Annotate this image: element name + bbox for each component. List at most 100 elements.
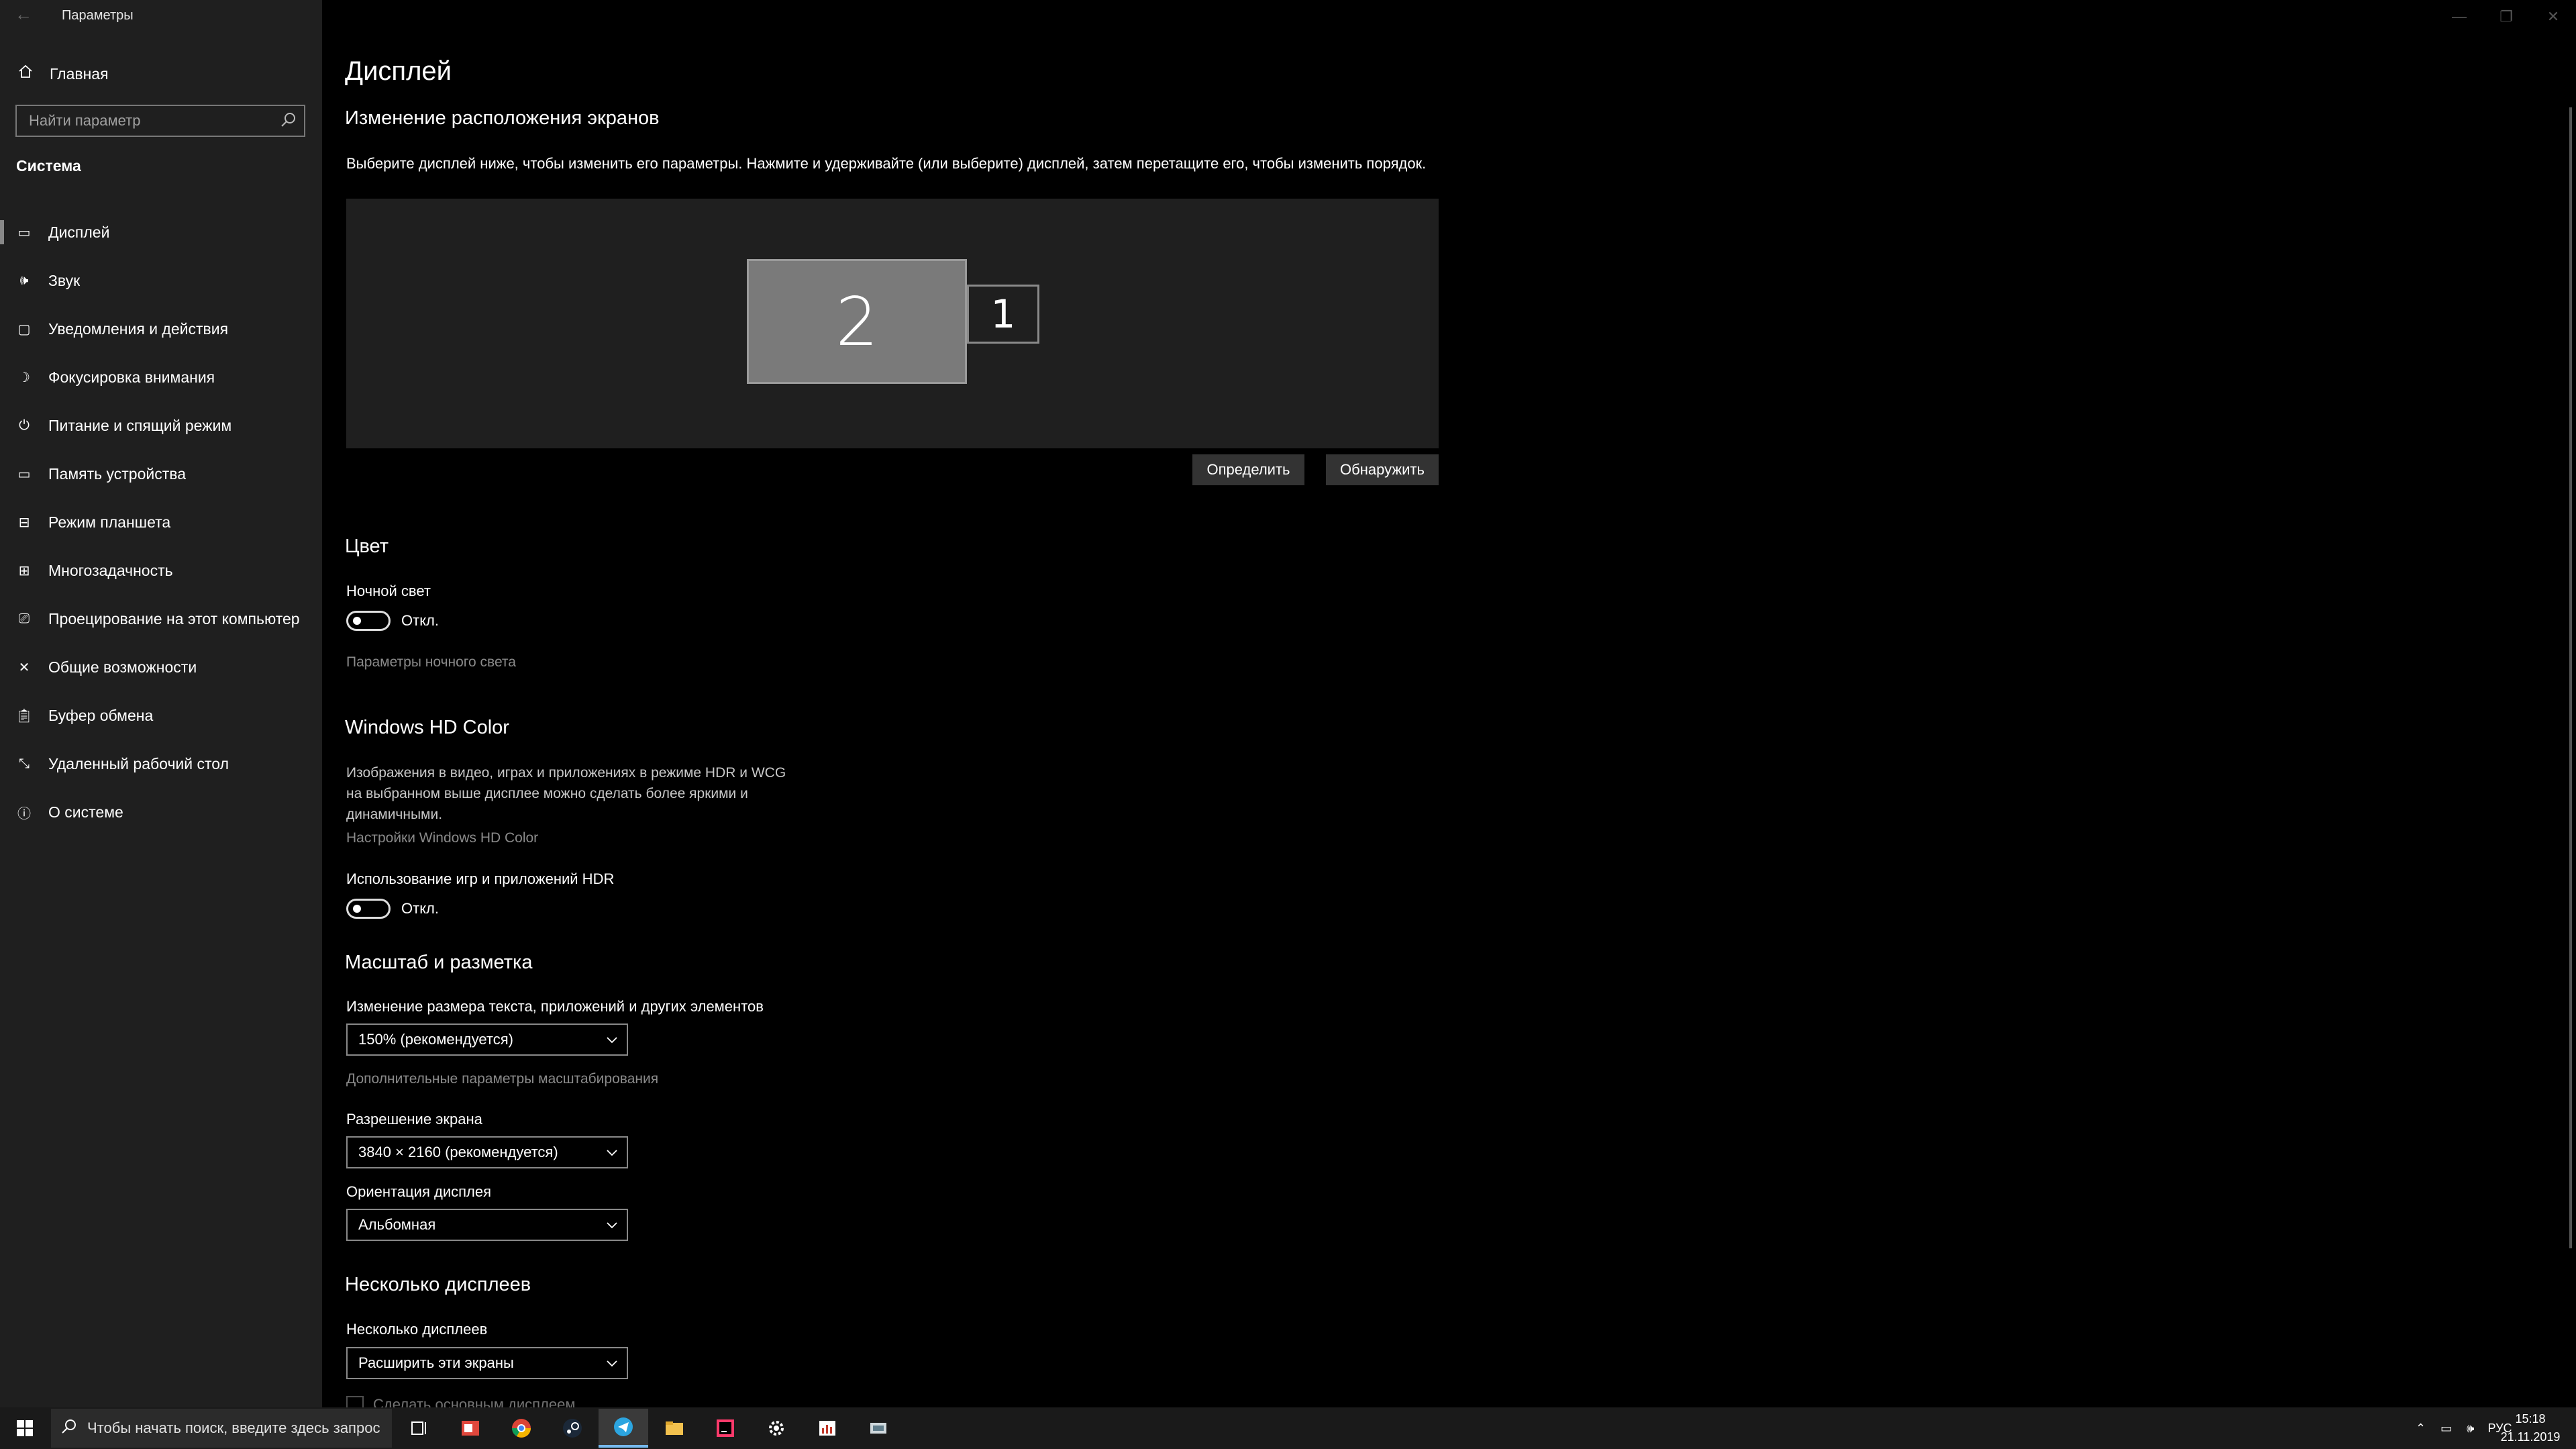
resolution-dropdown[interactable]: 3840 × 2160 (рекомендуется) — [346, 1136, 628, 1168]
sidebar-home-label: Главная — [50, 64, 109, 83]
chevron-up-icon[interactable]: ⌃ — [2416, 1421, 2426, 1436]
hdr-settings-link[interactable]: Настройки Windows HD Color — [346, 830, 538, 846]
identify-button[interactable]: Определить — [1192, 454, 1304, 485]
sidebar-item-label: Проецирование на этот компьютер — [48, 609, 300, 628]
hdr-toggle-label: Использование игр и приложений HDR — [346, 870, 615, 887]
arrange-description: Выберите дисплей ниже, чтобы изменить ег… — [346, 155, 1427, 172]
clock[interactable]: 15:18 21.11.2019 — [2500, 1410, 2561, 1446]
resolution-value: 3840 × 2160 (рекомендуется) — [358, 1144, 558, 1160]
search-icon[interactable] — [280, 111, 297, 129]
sidebar-item-label: Общие возможности — [48, 658, 197, 676]
taskbar-search-input[interactable] — [87, 1419, 382, 1437]
settings-icon[interactable] — [752, 1409, 801, 1448]
sidebar-item-label: Память устройства — [48, 464, 186, 483]
file-explorer-icon[interactable] — [650, 1409, 699, 1448]
multi-display-dropdown[interactable]: Расширить эти экраны — [346, 1347, 628, 1379]
sidebar-group-title: Система — [16, 157, 81, 174]
chevron-down-icon — [605, 1218, 619, 1232]
settings-window: ← Параметры Главная Система ▭ Дисплей 🕪 … — [0, 0, 2576, 1449]
notification-icon: ▢ — [17, 321, 31, 337]
info-icon: ⓘ — [17, 806, 31, 821]
night-light-toggle[interactable] — [346, 611, 391, 631]
intellij-icon[interactable] — [701, 1409, 750, 1448]
night-light-state: Откл. — [401, 612, 440, 629]
detect-button[interactable]: Обнаружить — [1326, 454, 1439, 485]
volume-icon[interactable]: 🕪 — [2467, 1421, 2474, 1436]
tablet-icon: ⊟ — [18, 515, 30, 530]
sidebar-item-label: Удаленный рабочий стол — [48, 754, 229, 772]
project-icon: ⎚ — [19, 611, 30, 626]
scale-dropdown[interactable]: 150% (рекомендуется) — [346, 1023, 628, 1056]
sidebar-item-storage[interactable]: ▭ Память устройства — [0, 450, 322, 498]
sidebar-item-remote-desktop[interactable]: ⤡ Удаленный рабочий стол — [0, 740, 322, 788]
remote-desktop-icon: ⤡ — [19, 756, 30, 771]
clock-time: 15:18 — [2515, 1412, 2546, 1426]
sidebar-item-sound[interactable]: 🕪 Звук — [0, 256, 322, 305]
sidebar-item-notifications[interactable]: ▢ Уведомления и действия — [0, 305, 322, 353]
sidebar-item-clipboard[interactable]: 📋︎ Буфер обмена — [0, 691, 322, 740]
sidebar-item-home[interactable]: Главная — [16, 59, 109, 89]
sidebar-nav: ▭ Дисплей 🕪 Звук ▢ Уведомления и действи… — [0, 208, 322, 836]
sidebar-item-tablet[interactable]: ⊟ Режим планшета — [0, 498, 322, 546]
sidebar: ← Параметры Главная Система ▭ Дисплей 🕪 … — [0, 0, 322, 1407]
display-arrangement-area[interactable]: 2 1 — [346, 199, 1439, 448]
sidebar-item-label: Многозадачность — [48, 561, 173, 579]
hdr-toggle-state: Откл. — [401, 900, 440, 917]
orientation-dropdown[interactable]: Альбомная — [346, 1209, 628, 1241]
hdr-heading: Windows HD Color — [345, 717, 509, 738]
sidebar-item-label: Уведомления и действия — [48, 319, 229, 338]
sidebar-item-label: Звук — [48, 271, 81, 289]
chrome-icon[interactable] — [497, 1409, 546, 1448]
scale-heading: Масштаб и разметка — [345, 952, 533, 973]
search-icon — [60, 1418, 78, 1439]
network-icon[interactable]: ▭ — [2440, 1421, 2452, 1436]
night-light-settings-link[interactable]: Параметры ночного света — [346, 654, 516, 670]
main-content: Дисплей Изменение расположения экранов В… — [345, 0, 2559, 1413]
task-view-icon[interactable] — [395, 1409, 444, 1448]
monitor-1-tile[interactable]: 1 — [967, 285, 1039, 344]
orientation-label: Ориентация дисплея — [346, 1183, 492, 1200]
sidebar-item-display[interactable]: ▭ Дисплей — [0, 208, 322, 256]
scrollbar[interactable] — [2569, 107, 2572, 1248]
multi-display-heading: Несколько дисплеев — [345, 1274, 531, 1295]
hdr-description: Изображения в видео, играх и приложениях… — [346, 765, 786, 822]
color-heading: Цвет — [345, 536, 389, 557]
orientation-value: Альбомная — [358, 1216, 436, 1233]
monitor-2-tile[interactable]: 2 — [747, 259, 967, 384]
search-box[interactable] — [15, 105, 305, 137]
sidebar-item-focus[interactable]: ☽ Фокусировка внимания — [0, 353, 322, 401]
speaker-icon: 🕪 — [19, 272, 29, 288]
home-icon — [16, 64, 35, 84]
taskbar-search[interactable] — [51, 1409, 392, 1448]
taskbar: ⌃ ▭ 🕪 РУС 15:18 21.11.2019 — [0, 1407, 2576, 1449]
monitor-2-number: 2 — [835, 282, 878, 361]
remote-app-icon[interactable] — [854, 1409, 903, 1448]
advanced-scaling-link[interactable]: Дополнительные параметры масштабирования — [346, 1071, 658, 1087]
title-bar: ← Параметры — [0, 0, 322, 34]
clock-date: 21.11.2019 — [2500, 1430, 2561, 1444]
windows-start-icon[interactable] — [8, 1414, 42, 1442]
mail-icon[interactable] — [446, 1409, 495, 1448]
monitor-icon: ▭ — [17, 225, 31, 240]
sidebar-item-label: О системе — [48, 803, 123, 821]
sidebar-item-multitasking[interactable]: ⊞ Многозадачность — [0, 546, 322, 595]
multi-display-label: Несколько дисплеев — [346, 1321, 488, 1338]
sidebar-item-power[interactable]: ⏻ Питание и спящий режим — [0, 401, 322, 450]
telegram-icon[interactable] — [599, 1409, 648, 1448]
monitor-app-icon[interactable] — [803, 1409, 852, 1448]
sidebar-item-shared[interactable]: ✕ Общие возможности — [0, 643, 322, 691]
steam-icon[interactable] — [548, 1409, 597, 1448]
system-tray: ⌃ ▭ 🕪 РУС — [2416, 1407, 2512, 1449]
sidebar-item-about[interactable]: ⓘ О системе — [0, 788, 322, 836]
night-light-label: Ночной свет — [346, 583, 431, 599]
sidebar-item-projecting[interactable]: ⎚ Проецирование на этот компьютер — [0, 595, 322, 643]
moon-icon: ☽ — [18, 370, 30, 385]
sidebar-item-label: Питание и спящий режим — [48, 416, 232, 434]
app-title: Параметры — [62, 8, 134, 23]
chevron-down-icon — [605, 1356, 619, 1370]
night-light-toggle-row: Откл. — [346, 611, 439, 631]
chevron-down-icon — [605, 1033, 619, 1046]
back-arrow-icon[interactable]: ← — [15, 4, 32, 25]
hdr-toggle[interactable] — [346, 899, 391, 919]
search-input[interactable] — [17, 106, 272, 136]
